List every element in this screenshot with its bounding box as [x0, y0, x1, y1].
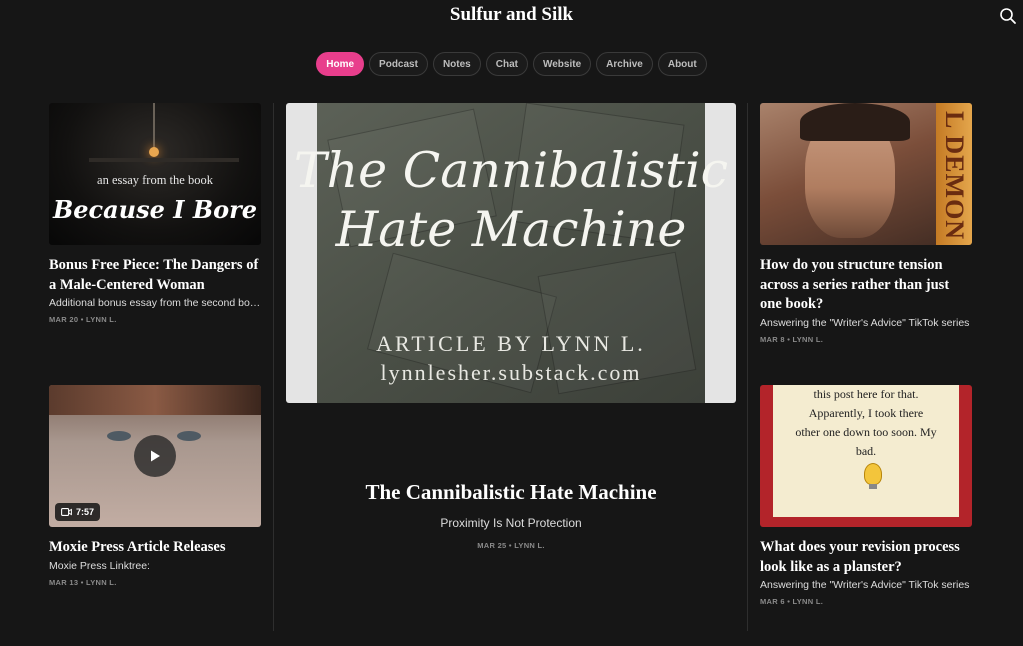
video-duration: 7:57: [76, 507, 95, 517]
nav-item-podcast[interactable]: Podcast: [369, 52, 428, 76]
post-meta: MAR 13 • LYNN L.: [49, 577, 117, 587]
post-subtitle: Moxie Press Linktree:: [49, 559, 150, 572]
post-title[interactable]: How do you structure tension across a se…: [760, 256, 972, 315]
post-subtitle: Answering the "Writer's Advice" TikTok s…: [760, 579, 970, 591]
post-title[interactable]: Bonus Free Piece: The Dangers of a Male-…: [49, 256, 261, 295]
post-card[interactable]: L DEMON How do you structure tension acr…: [760, 103, 972, 344]
post-card[interactable]: 7:57 Moxie Press Article Releases Moxie …: [49, 385, 261, 587]
portrait-hair: [800, 103, 910, 141]
nav-item-website[interactable]: Website: [532, 52, 592, 76]
lamp-graphic: [153, 103, 155, 151]
thumbnail-caption: an essay from the book: [97, 173, 213, 187]
feature-image-byline: ARTICLE BY LYNN L.: [376, 331, 646, 356]
post-meta: MAR 6 • LYNN L.: [760, 597, 824, 606]
post-thumbnail[interactable]: an essay from the book Because I Bore: [49, 103, 261, 245]
parchment-line: other one down too soon. My: [795, 425, 937, 439]
post-meta: MAR 20 • LYNN L.: [49, 315, 117, 324]
post-card[interactable]: this post here for that. Apparently, I t…: [760, 385, 972, 606]
video-thumbnail[interactable]: 7:57: [49, 385, 261, 527]
nav-item-notes[interactable]: Notes: [432, 52, 481, 76]
post-title[interactable]: Moxie Press Article Releases: [49, 538, 261, 558]
post-title[interactable]: What does your revision process look lik…: [760, 538, 972, 577]
lamp-light: [149, 147, 159, 157]
video-camera-icon: [61, 508, 72, 516]
portrait-eye: [177, 431, 201, 441]
featured-post-title[interactable]: The Cannibalistic Hate Machine: [286, 480, 736, 505]
post-card[interactable]: an essay from the book Because I Bore Bo…: [49, 103, 261, 324]
parchment-line: Apparently, I took there: [808, 406, 924, 420]
featured-post-meta: MAR 25 • LYNN L.: [477, 541, 545, 550]
nav-item-about[interactable]: About: [657, 52, 707, 76]
portrait-hair: [49, 385, 261, 415]
play-icon: [151, 450, 160, 462]
book-cover-spine: L DEMON: [936, 103, 972, 245]
featured-post-image[interactable]: The Cannibalistic Hate Machine ARTICLE B…: [286, 103, 736, 403]
post-thumbnail[interactable]: L DEMON: [760, 103, 972, 245]
site-title[interactable]: Sulfur and Silk: [0, 4, 1023, 26]
column-divider: [747, 103, 748, 631]
feature-image-heading: The Cannibalistic Hate Machine: [293, 142, 729, 258]
table-graphic: [89, 158, 239, 162]
nav-item-archive[interactable]: Archive: [596, 52, 653, 76]
lightbulb-icon: [864, 463, 882, 485]
play-button[interactable]: [134, 435, 176, 477]
parchment-line: bad.: [855, 444, 877, 458]
nav-item-chat[interactable]: Chat: [485, 52, 528, 76]
search-icon: [1000, 8, 1016, 24]
featured-post-subtitle: Proximity Is Not Protection: [440, 516, 582, 530]
post-subtitle: Additional bonus essay from the second b…: [49, 297, 261, 309]
video-duration-badge: 7:57: [55, 503, 101, 521]
portrait-eye: [107, 431, 131, 441]
lightbulb-base: [869, 484, 877, 489]
post-subtitle: Answering the "Writer's Advice" TikTok s…: [760, 316, 970, 329]
nav-item-home[interactable]: Home: [316, 52, 365, 76]
post-meta: MAR 8 • LYNN L.: [760, 334, 824, 344]
thumbnail-script-text: Because I Bore: [52, 195, 258, 224]
book-cover-text: L DEMON: [940, 111, 969, 241]
main-nav: Home Podcast Notes Chat Website Archive …: [0, 52, 1023, 76]
post-thumbnail[interactable]: this post here for that. Apparently, I t…: [760, 385, 972, 527]
feature-image-url: lynnlesher.substack.com: [380, 360, 642, 385]
parchment-line: this post here for that.: [813, 387, 919, 401]
search-button[interactable]: [999, 7, 1017, 25]
parchment-graphic: this post here for that. Apparently, I t…: [773, 385, 959, 517]
column-divider: [273, 103, 274, 631]
parchment-text: this post here for that. Apparently, I t…: [773, 385, 959, 461]
